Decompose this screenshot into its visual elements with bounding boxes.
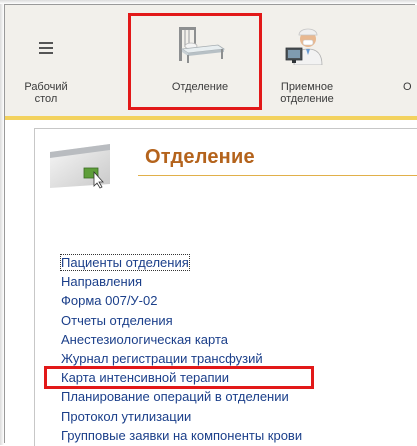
hamburger-menu-icon <box>39 42 53 54</box>
title-underline <box>138 175 417 176</box>
link-referrals[interactable]: Направления <box>61 272 302 291</box>
link-disposal-protocol[interactable]: Протокол утилизации <box>61 407 302 426</box>
link-form-007[interactable]: Форма 007/У-02 <box>61 291 302 310</box>
toolbar-item-desktop[interactable]: Рабочий стол <box>17 5 75 117</box>
link-blood-component-requests[interactable]: Групповые заявки на компоненты крови <box>61 426 302 445</box>
page-title: Отделение <box>145 146 255 168</box>
intensive-care-highlight-box <box>44 366 314 389</box>
doctor-at-computer-icon <box>285 28 323 65</box>
toolbar-item-admission[interactable]: Приемное отделение <box>262 5 352 117</box>
toolbar-item-label: О <box>403 81 412 93</box>
toolbar-item-label: Рабочий стол <box>24 81 68 105</box>
toolbar-item-label: Приемное отделение <box>280 81 334 105</box>
toolbar-item-next-truncated[interactable]: О <box>403 5 417 117</box>
link-anesthesia-card[interactable]: Анестезиологическая карта <box>61 330 302 349</box>
link-patients[interactable]: Пациенты отделения <box>60 253 302 272</box>
links-list: Пациенты отделения Направления Форма 007… <box>60 253 302 445</box>
link-operations-planning[interactable]: Планирование операций в отделении <box>61 387 302 406</box>
department-highlight-box <box>128 13 262 110</box>
link-department-reports[interactable]: Отчеты отделения <box>61 311 302 330</box>
toolbar-separator <box>5 116 417 120</box>
window-cursor-icon <box>50 144 110 189</box>
